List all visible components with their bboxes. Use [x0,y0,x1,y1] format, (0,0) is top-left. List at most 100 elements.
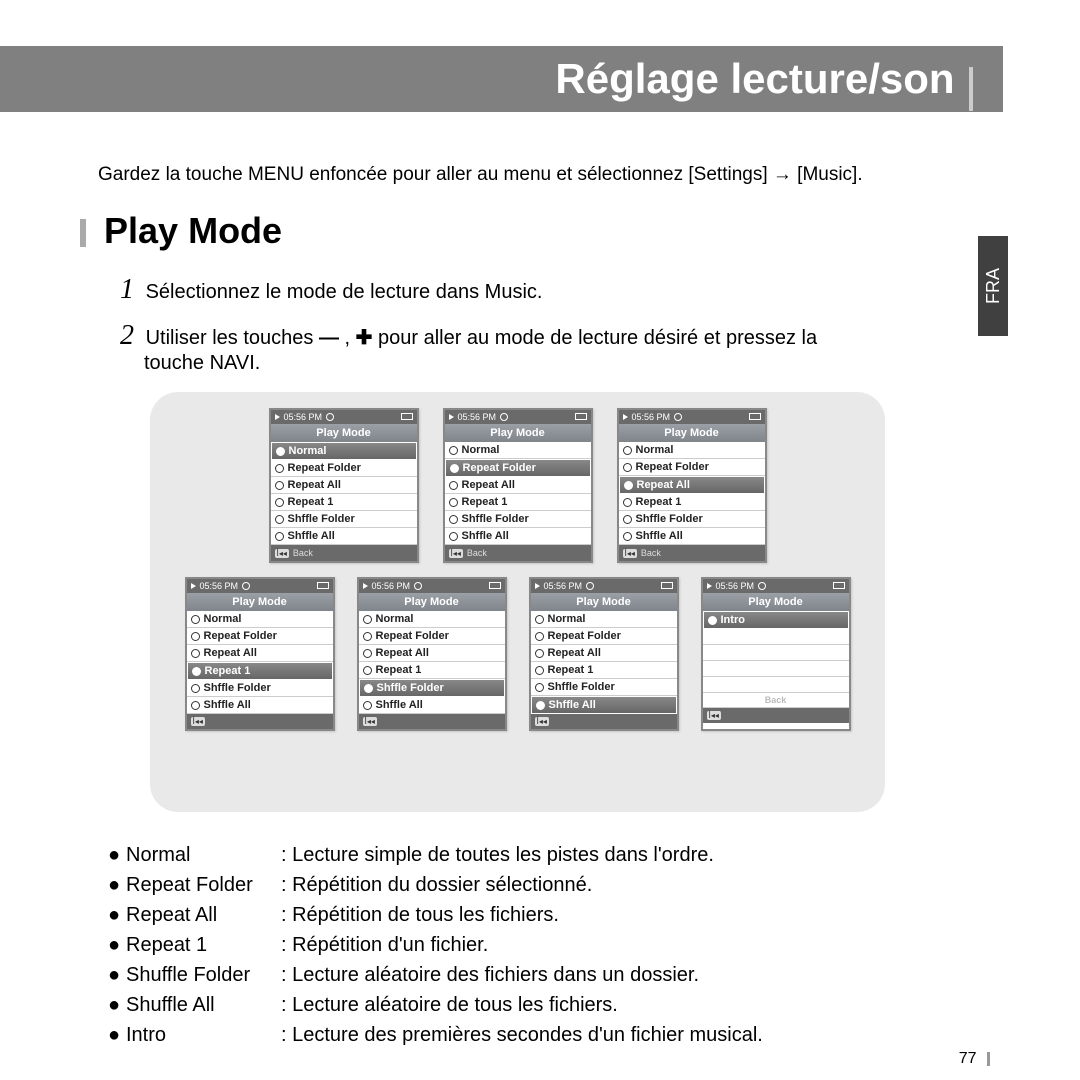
time-text: 05:56 PM [716,581,755,591]
device-item: Shffle All [359,697,505,714]
radio-icon [449,532,458,541]
battery-icon [401,413,413,420]
device-item-label: Normal [289,445,327,457]
description-label: Normal [126,840,281,870]
prev-key-icon: ꟾ◂◂ [191,717,205,726]
device-header: Play Mode [619,424,765,442]
time-text: 05:56 PM [284,412,323,422]
device-item-label: Shffle Folder [636,513,703,525]
play-icon [191,583,196,589]
device-row-2: 05:56 PMPlay ModeNormalRepeat FolderRepe… [170,577,865,731]
device-item: Shffle All [445,528,591,545]
device-item-label: Repeat All [637,479,690,491]
section-title-text: Play Mode [104,210,282,251]
description-row: ●Repeat 1: Répétition d'un fichier. [108,930,763,960]
device-item-empty [703,645,849,661]
device-footer: ꟾ◂◂ [359,714,505,729]
device-header: Play Mode [271,424,417,442]
description-row: ●Repeat All: Répétition de tous les fich… [108,900,763,930]
step-1-text: Sélectionnez le mode de lecture dans Mus… [146,281,543,303]
device-status-bar: 05:56 PM [187,579,333,593]
radio-icon [191,684,200,693]
device-item-label: Repeat All [462,479,515,491]
device-item: Repeat All [531,645,677,662]
description-row: ●Intro: Lecture des premières secondes d… [108,1020,763,1050]
radio-icon [450,464,459,473]
play-icon [363,583,368,589]
device-item: Shffle Folder [187,680,333,697]
device-item-label: Shffle All [288,530,335,542]
bullet-icon: ● [108,1020,126,1050]
radio-icon [363,649,372,658]
device-row-1: 05:56 PMPlay ModeNormalRepeat FolderRepe… [170,408,865,563]
battery-icon [833,582,845,589]
description-label: Repeat 1 [126,930,281,960]
plus-icon: ✚ [356,327,378,349]
device-screen: 05:56 PMPlay ModeNormalRepeat FolderRepe… [185,577,335,731]
radio-icon [624,481,633,490]
time-text: 05:56 PM [632,412,671,422]
device-status-bar: 05:56 PM [271,410,417,424]
bullet-icon: ● [108,840,126,870]
device-status-bar: 05:56 PM [703,579,849,593]
device-item-label: Shffle Folder [548,681,615,693]
battery-icon [661,582,673,589]
radio-icon [449,481,458,490]
device-item: Shffle Folder [531,679,677,696]
page-divider-icon [987,1052,990,1066]
device-item: Repeat 1 [445,494,591,511]
step-number-2: 2 [120,320,134,351]
radio-icon [363,666,372,675]
description-row: ●Repeat Folder: Répétition du dossier sé… [108,870,763,900]
battery-icon [749,413,761,420]
radio-icon [364,684,373,693]
device-item-label: Shffle Folder [288,513,355,525]
device-footer: ꟾ◂◂ [703,708,849,723]
device-item-label: Repeat 1 [376,664,422,676]
device-item-empty [703,629,849,645]
device-item-label: Repeat All [288,479,341,491]
device-item-empty [703,661,849,677]
back-label: Back [641,548,661,558]
device-item-label: Shffle All [462,530,509,542]
device-item: Repeat Folder [531,628,677,645]
prev-key-icon: ꟾ◂◂ [707,711,721,720]
device-header: Play Mode [703,593,849,611]
radio-icon [275,515,284,524]
device-item: Intro [703,611,849,629]
device-screen: 05:56 PMPlay ModeNormalRepeat FolderRepe… [269,408,419,563]
device-item: Repeat Folder [359,628,505,645]
battery-icon [575,413,587,420]
device-item-label: Shffle All [636,530,683,542]
description-row: ●Shuffle All: Lecture aléatoire de tous … [108,990,763,1020]
radio-icon [275,464,284,473]
bullet-icon: ● [108,870,126,900]
radio-icon [191,632,200,641]
radio-icon [191,615,200,624]
device-item: Shffle Folder [271,511,417,528]
step-1: 1 Sélectionnez le mode de lecture dans M… [120,274,920,306]
device-item-label: Repeat All [376,647,429,659]
radio-icon [535,615,544,624]
description-label: Shuffle All [126,990,281,1020]
bullet-icon: ● [108,990,126,1020]
radio-icon [536,701,545,710]
description-row: ●Normal: Lecture simple de toutes les pi… [108,840,763,870]
device-screen: 05:56 PMPlay ModeNormalRepeat FolderRepe… [617,408,767,563]
step-number-1: 1 [120,274,134,305]
radio-icon [535,666,544,675]
device-item: Repeat All [271,477,417,494]
description-text: : Lecture simple de toutes les pistes da… [281,840,714,870]
device-item: Shffle All [187,697,333,714]
device-item: Normal [187,611,333,628]
bullet-icon: ● [108,960,126,990]
prev-key-icon: ꟾ◂◂ [275,549,289,558]
device-item: Shffle Folder [359,679,505,697]
description-text: : Répétition d'un fichier. [281,930,488,960]
radio-icon [275,498,284,507]
device-item: Shffle All [619,528,765,545]
device-item: Normal [445,442,591,459]
device-item-label: Shffle All [376,699,423,711]
device-item: Repeat All [187,645,333,662]
device-screen: 05:56 PMPlay ModeNormalRepeat FolderRepe… [529,577,679,731]
